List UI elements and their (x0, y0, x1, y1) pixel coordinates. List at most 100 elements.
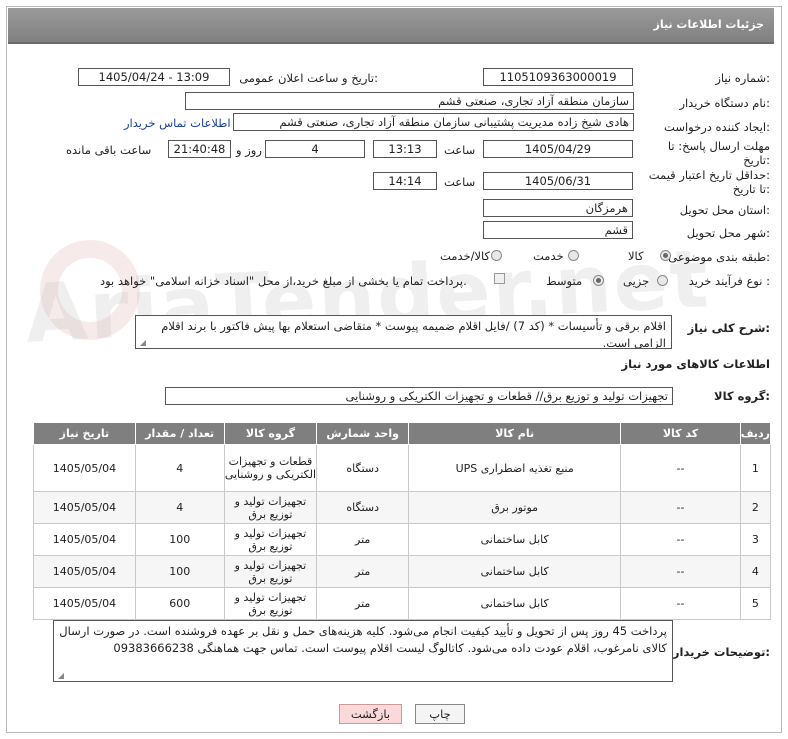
process-option-minor: جزیی (623, 274, 650, 288)
cell-name: کابل ساختمانی (408, 523, 622, 556)
remaining-label: ساعت باقی مانده (66, 143, 152, 157)
category-label: طبقه بندی موضوعی: (668, 250, 770, 264)
cell-code: -- (620, 523, 741, 556)
goods-group-field[interactable]: تجهیزات تولید و توزیع برق// قطعات و تجهی… (165, 387, 673, 405)
cell-unit: متر (316, 523, 410, 556)
col-header-name: نام کالا (408, 422, 622, 445)
days-field[interactable]: 4 (265, 140, 365, 158)
col-header-row: ردیف (739, 422, 772, 445)
category-radio-both[interactable] (491, 250, 502, 261)
remaining-field[interactable]: 21:40:48 (168, 140, 231, 158)
print-button[interactable]: چاپ (415, 704, 465, 724)
table-row: 3 -- کابل ساختمانی متر تجهیزات تولید و ت… (33, 523, 772, 556)
cell-group: قطعات و تجهیزات الکتریکی و روشنایی (223, 444, 318, 492)
items-table-header: ردیف کد کالا نام کالا واحد شمارش گروه کا… (33, 422, 772, 445)
table-row: 2 -- موتور برق دستگاه تجهیزات تولید و تو… (33, 491, 772, 524)
page-header: جزئیات اطلاعات نیاز (8, 8, 774, 44)
col-header-unit: واحد شمارش (316, 422, 410, 445)
cell-row: 3 (739, 523, 772, 556)
cell-code: -- (620, 444, 741, 492)
cell-date: 1405/05/04 (33, 491, 136, 524)
validity-time-field[interactable]: 14:14 (373, 172, 437, 190)
cell-row: 1 (739, 444, 772, 492)
category-radio-service[interactable] (568, 250, 579, 261)
cell-code: -- (620, 555, 741, 588)
buyer-org-label: نام دستگاه خریدار: (679, 96, 770, 110)
cell-name: منبع تغذیه اضطراری UPS (408, 444, 622, 492)
description-label: شرح کلی نیاز: (687, 321, 770, 335)
goods-group-label: گروه کالا: (714, 389, 770, 403)
cell-date: 1405/05/04 (33, 444, 136, 492)
requester-field[interactable]: هادی شیخ زاده مدیریت پشتیبانی سازمان منط… (233, 113, 634, 131)
validity-time-label: ساعت (444, 175, 476, 189)
cell-group: تجهیزات تولید و توزیع برق (223, 491, 318, 524)
category-option-both: کالا/خدمت (440, 249, 491, 263)
resize-grip-icon[interactable]: ◢ (139, 339, 146, 347)
validity-label: حداقل تاریخ اعتبار قیمت: (648, 168, 770, 182)
cell-qty: 600 (134, 587, 225, 620)
province-label: استان محل تحویل: (679, 203, 770, 217)
buyer-org-field[interactable]: سازمان منطقه آزاد تجاری، صنعتی قشم (185, 92, 634, 110)
back-button[interactable]: بازگشت (339, 704, 402, 724)
buyer-notes-label: توضیحات خریدار: (672, 645, 770, 659)
cell-date: 1405/05/04 (33, 555, 136, 588)
process-label: نوع فرآیند خرید : (688, 274, 770, 288)
cell-row: 2 (739, 491, 772, 524)
requester-label: ایجاد کننده درخواست: (664, 120, 770, 134)
deadline-label-2: تاریخ: (743, 153, 770, 167)
cell-name: کابل ساختمانی (408, 555, 622, 588)
province-field[interactable]: هرمزگان (483, 199, 633, 217)
cell-qty: 4 (134, 444, 225, 492)
cell-unit: متر (316, 587, 410, 620)
cell-qty: 100 (134, 523, 225, 556)
city-label: شهر محل تحویل: (686, 226, 770, 240)
cell-qty: 4 (134, 491, 225, 524)
cell-row: 5 (739, 587, 772, 620)
cell-name: موتور برق (408, 491, 622, 524)
cell-unit: دستگاه (316, 444, 410, 492)
deadline-label: مهلت ارسال پاسخ: تا (667, 139, 770, 153)
items-table: ردیف کد کالا نام کالا واحد شمارش گروه کا… (33, 422, 772, 620)
cell-group: تجهیزات تولید و توزیع برق (223, 555, 318, 588)
cell-unit: دستگاه (316, 491, 410, 524)
buyer-notes-textarea[interactable]: پرداخت 45 روز پس از تحویل و تأیید کیفیت … (53, 620, 673, 682)
items-info-heading: اطلاعات کالاهای مورد نیاز (621, 357, 770, 371)
need-number-label: شماره نیاز: (715, 71, 770, 85)
buyer-contact-link[interactable]: اطلاعات تماس خریدار (124, 116, 231, 130)
description-textarea[interactable]: اقلام برقی و تأسیسات * (کد 7) /فایل اقلا… (135, 315, 672, 349)
category-radio-goods[interactable] (660, 250, 671, 261)
cell-qty: 100 (134, 555, 225, 588)
category-option-service: خدمت (533, 249, 564, 263)
announce-field[interactable]: 1405/04/24 - 13:09 (78, 68, 230, 86)
category-option-goods: کالا (628, 249, 644, 263)
cell-group: تجهیزات تولید و توزیع برق (223, 587, 318, 620)
col-header-code: کد کالا (620, 422, 741, 445)
process-option-medium: متوسط (546, 274, 583, 288)
cell-date: 1405/05/04 (33, 523, 136, 556)
city-field[interactable]: قشم (483, 221, 633, 239)
deadline-time-field[interactable]: 13:13 (373, 140, 437, 158)
process-radio-minor[interactable] (657, 275, 668, 286)
description-text: اقلام برقی و تأسیسات * (کد 7) /فایل اقلا… (161, 319, 666, 349)
resize-grip-icon[interactable]: ◢ (57, 672, 64, 680)
cell-unit: متر (316, 555, 410, 588)
table-row: 1 -- منبع تغذیه اضطراری UPS دستگاه قطعات… (33, 444, 772, 492)
cell-date: 1405/05/04 (33, 587, 136, 620)
treasury-payment-note: پرداخت تمام یا بخشی از مبلغ خرید،از محل … (100, 274, 467, 288)
deadline-date-field[interactable]: 1405/04/29 (483, 140, 633, 158)
announce-label: تاریخ و ساعت اعلان عمومی: (239, 71, 378, 85)
cell-code: -- (620, 587, 741, 620)
deadline-time-label: ساعت (444, 143, 476, 157)
buyer-notes-text: پرداخت 45 روز پس از تحویل و تأیید کیفیت … (59, 624, 667, 655)
process-radio-medium[interactable] (593, 275, 604, 286)
treasury-payment-checkbox[interactable] (494, 273, 505, 284)
col-header-date: تاریخ نیاز (33, 422, 136, 445)
col-header-group: گروه کالا (223, 422, 318, 445)
days-label: روز و (236, 143, 262, 157)
need-number-field[interactable]: 1105109363000019 (483, 68, 633, 86)
validity-date-field[interactable]: 1405/06/31 (483, 172, 633, 190)
page-title: جزئیات اطلاعات نیاز (653, 18, 765, 31)
cell-code: -- (620, 491, 741, 524)
validity-label-2: تا تاریخ: (732, 182, 770, 196)
cell-group: تجهیزات تولید و توزیع برق (223, 523, 318, 556)
